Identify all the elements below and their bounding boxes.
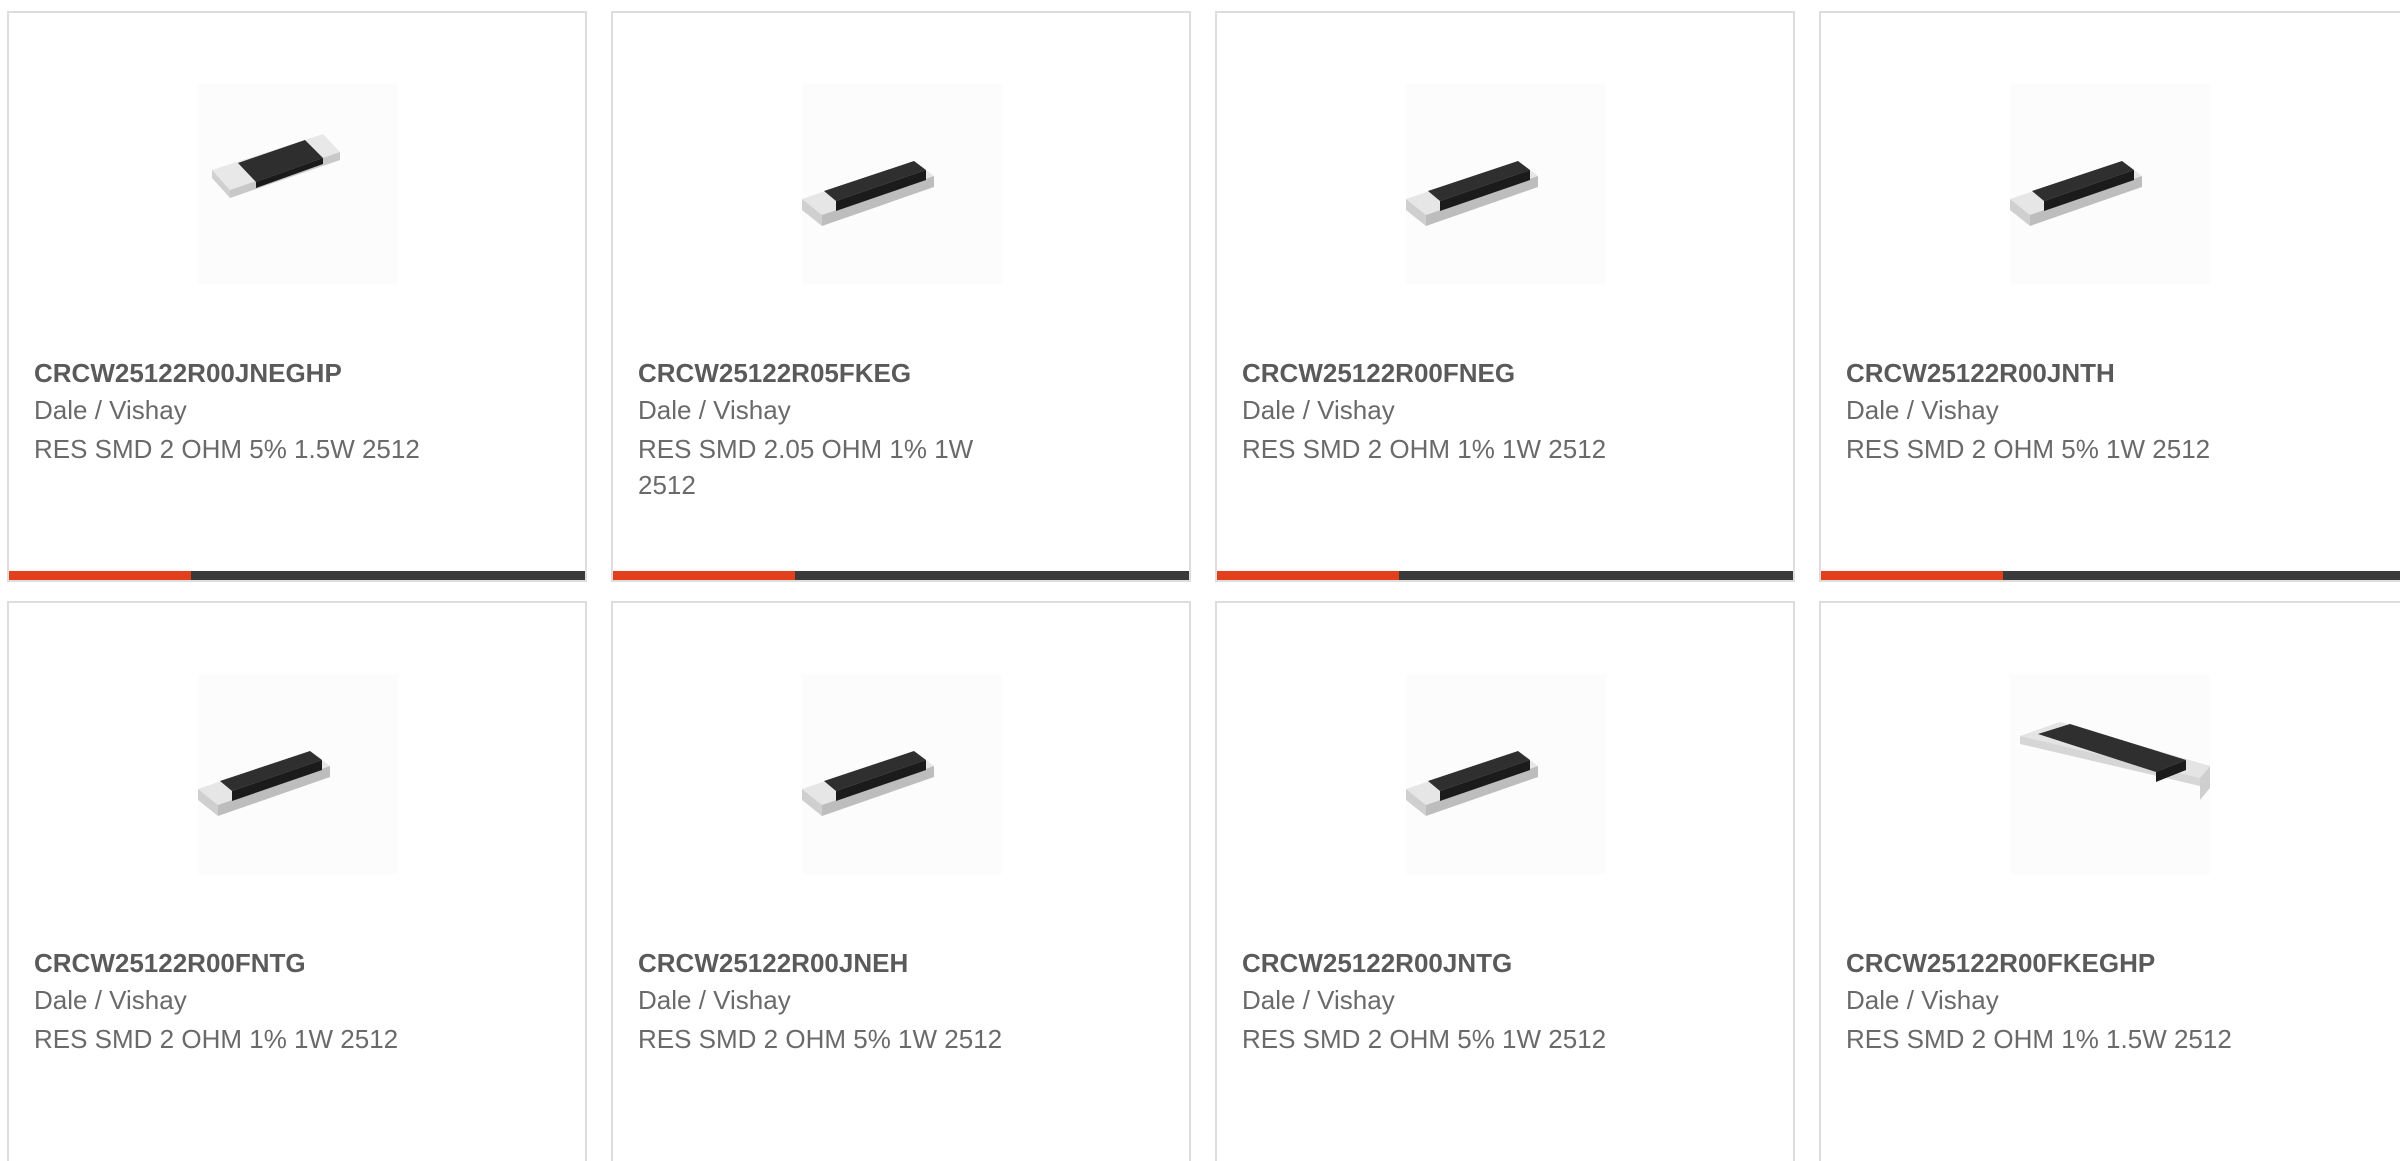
part-number[interactable]: CRCW25122R00FKEGHP bbox=[1846, 948, 2155, 979]
product-description: RES SMD 2 OHM 5% 1.5W 2512 bbox=[34, 434, 420, 464]
part-number[interactable]: CRCW25122R00JNTG bbox=[1242, 948, 1512, 979]
card-bottom-bar bbox=[613, 571, 1189, 580]
card-accent-bar bbox=[9, 571, 191, 580]
product-card[interactable]: CRCW25122R00JNTH Dale / Vishay RES SMD 2… bbox=[1819, 11, 2400, 582]
resistor-chip-image bbox=[1406, 84, 1606, 284]
product-description: RES SMD 2 OHM 1% 1W 2512 bbox=[1242, 434, 1607, 464]
card-bottom-bar bbox=[9, 571, 585, 580]
product-description: RES SMD 2 OHM 5% 1W 2512 bbox=[1846, 434, 2211, 464]
product-card[interactable]: CRCW25122R00JNEGHP Dale / Vishay RES SMD… bbox=[7, 11, 587, 582]
manufacturer: Dale / Vishay bbox=[1846, 985, 1999, 1015]
resistor-chip-image bbox=[1406, 674, 1606, 874]
card-accent-bar bbox=[1821, 571, 2003, 580]
card-accent-bar bbox=[613, 571, 795, 580]
product-description: RES SMD 2 OHM 5% 1W 2512 bbox=[1242, 1024, 1607, 1054]
card-bottom-bar bbox=[1217, 571, 1793, 580]
part-number[interactable]: CRCW25122R05FKEG bbox=[638, 358, 911, 389]
product-description: RES SMD 2 OHM 1% 1.5W 2512 bbox=[1846, 1024, 2232, 1054]
manufacturer: Dale / Vishay bbox=[1242, 985, 1395, 1015]
manufacturer: Dale / Vishay bbox=[1846, 395, 1999, 425]
resistor-chip-image bbox=[802, 84, 1002, 284]
product-card[interactable]: CRCW25122R00JNEH Dale / Vishay RES SMD 2… bbox=[611, 601, 1191, 1161]
resistor-chip-image bbox=[802, 674, 1002, 874]
resistor-chip-image bbox=[198, 84, 398, 284]
product-card[interactable]: CRCW25122R00FKEGHP Dale / Vishay RES SMD… bbox=[1819, 601, 2400, 1161]
product-description: RES SMD 2 OHM 1% 1W 2512 bbox=[34, 1024, 399, 1054]
manufacturer: Dale / Vishay bbox=[34, 395, 187, 425]
product-description: RES SMD 2.05 OHM 1% 1W 2512 bbox=[638, 434, 974, 500]
product-card[interactable]: CRCW25122R00FNEG Dale / Vishay RES SMD 2… bbox=[1215, 11, 1795, 582]
manufacturer: Dale / Vishay bbox=[34, 985, 187, 1015]
resistor-chip-image bbox=[198, 674, 398, 874]
product-grid: CRCW25122R00JNEGHP Dale / Vishay RES SMD… bbox=[0, 0, 2400, 1161]
manufacturer: Dale / Vishay bbox=[1242, 395, 1395, 425]
part-number[interactable]: CRCW25122R00FNEG bbox=[1242, 358, 1515, 389]
part-number[interactable]: CRCW25122R00JNEH bbox=[638, 948, 908, 979]
part-number[interactable]: CRCW25122R00JNEGHP bbox=[34, 358, 342, 389]
product-description: RES SMD 2 OHM 5% 1W 2512 bbox=[638, 1024, 1003, 1054]
product-card[interactable]: CRCW25122R05FKEG Dale / Vishay RES SMD 2… bbox=[611, 11, 1191, 582]
manufacturer: Dale / Vishay bbox=[638, 985, 791, 1015]
resistor-chip-image bbox=[2010, 674, 2210, 874]
part-number[interactable]: CRCW25122R00JNTH bbox=[1846, 358, 2115, 389]
product-card[interactable]: CRCW25122R00JNTG Dale / Vishay RES SMD 2… bbox=[1215, 601, 1795, 1161]
resistor-chip-image bbox=[2010, 84, 2210, 284]
card-accent-bar bbox=[1217, 571, 1399, 580]
card-bottom-bar bbox=[1821, 571, 2400, 580]
part-number[interactable]: CRCW25122R00FNTG bbox=[34, 948, 306, 979]
product-card[interactable]: CRCW25122R00FNTG Dale / Vishay RES SMD 2… bbox=[7, 601, 587, 1161]
manufacturer: Dale / Vishay bbox=[638, 395, 791, 425]
